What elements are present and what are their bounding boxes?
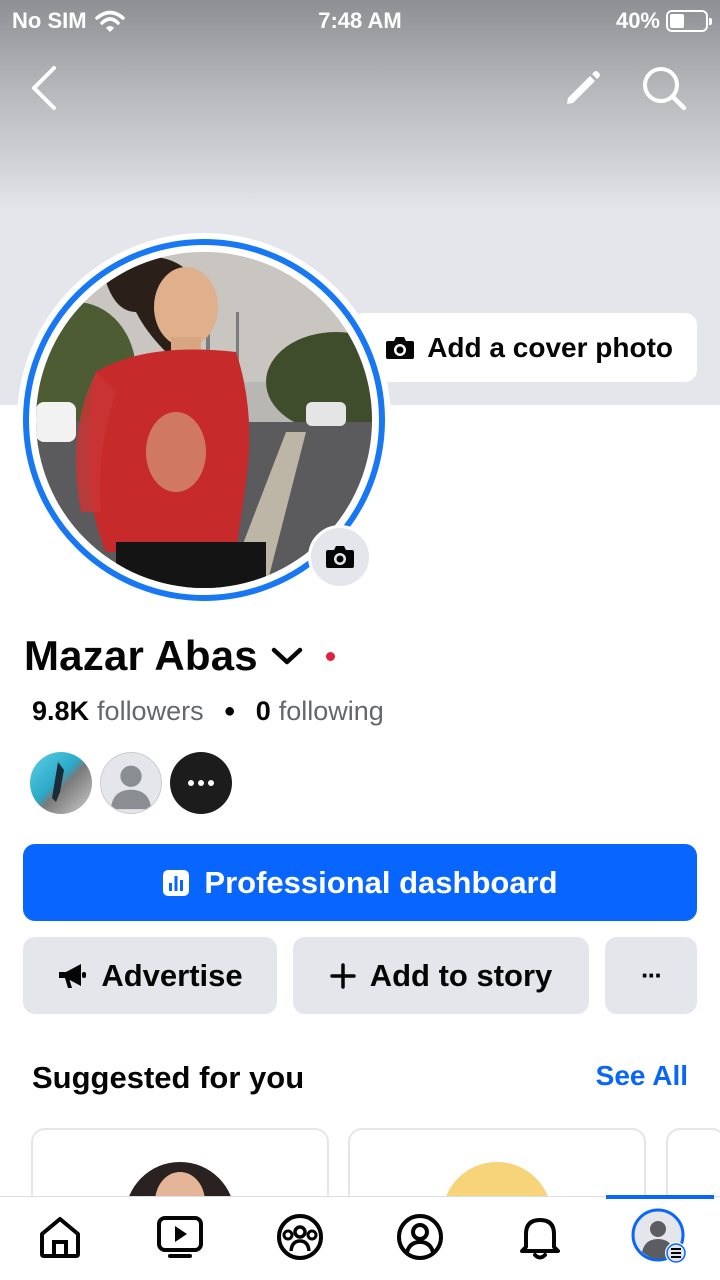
battery-percent: 40% bbox=[615, 8, 660, 33]
avatar[interactable] bbox=[30, 752, 92, 814]
advertise-button[interactable]: Advertise bbox=[23, 937, 277, 1014]
suggested-section-title: Suggested for you bbox=[32, 1060, 305, 1095]
back-button[interactable] bbox=[20, 64, 68, 112]
tab-menu[interactable] bbox=[630, 1207, 690, 1267]
pencil-icon bbox=[567, 71, 600, 104]
tab-groups[interactable] bbox=[270, 1207, 330, 1267]
search-button[interactable] bbox=[640, 64, 688, 112]
professional-dashboard-button[interactable]: Professional dashboard bbox=[23, 844, 697, 921]
add-cover-photo-label: Add a cover photo bbox=[427, 331, 673, 363]
tab-video[interactable] bbox=[150, 1207, 210, 1267]
bottom-tab-bar bbox=[0, 1195, 720, 1280]
more-icon: ··· bbox=[641, 960, 663, 990]
see-all-link[interactable]: See All bbox=[596, 1060, 688, 1092]
clock: 7:48 AM bbox=[318, 8, 402, 33]
follow-stats: 9.8K followers ● 0 following bbox=[32, 696, 384, 727]
followers-count[interactable]: 9.8K bbox=[32, 696, 89, 727]
following-count[interactable]: 0 bbox=[256, 696, 271, 727]
menu-avatar-icon bbox=[631, 1208, 687, 1264]
groups-icon bbox=[277, 1214, 323, 1260]
battery-icon bbox=[666, 10, 712, 32]
more-followers-button[interactable] bbox=[170, 752, 232, 814]
change-profile-photo-button[interactable] bbox=[308, 525, 372, 589]
home-icon bbox=[40, 1217, 80, 1258]
more-icon bbox=[188, 780, 214, 786]
notification-dot bbox=[325, 651, 335, 661]
megaphone-icon bbox=[59, 963, 87, 988]
add-to-story-label: Add to story bbox=[369, 957, 553, 993]
plus-icon bbox=[329, 962, 356, 989]
active-tab-indicator bbox=[606, 1195, 714, 1199]
camera-icon bbox=[326, 546, 354, 568]
camera-icon bbox=[386, 336, 415, 359]
profile-name: Mazar Abas bbox=[24, 632, 258, 679]
chevron-left-icon bbox=[32, 66, 56, 110]
avatar[interactable] bbox=[100, 752, 162, 814]
add-to-story-button[interactable]: Add to story bbox=[293, 937, 589, 1014]
profile-icon bbox=[397, 1214, 443, 1260]
edit-button[interactable] bbox=[558, 64, 606, 112]
profile-name-row[interactable]: Mazar Abas bbox=[24, 632, 335, 680]
chevron-down-icon[interactable] bbox=[270, 644, 304, 668]
advertise-label: Advertise bbox=[101, 957, 243, 993]
status-bar: No SIM 7:48 AM 40% bbox=[0, 0, 720, 40]
search-icon bbox=[643, 67, 687, 111]
follower-avatars[interactable] bbox=[30, 752, 232, 814]
tab-home[interactable] bbox=[30, 1207, 90, 1267]
separator-dot: ● bbox=[223, 700, 236, 722]
bell-icon bbox=[520, 1218, 560, 1260]
professional-dashboard-label: Professional dashboard bbox=[204, 864, 558, 900]
more-options-button[interactable]: ··· bbox=[605, 937, 697, 1014]
dashboard-icon bbox=[163, 869, 190, 896]
followers-label[interactable]: followers bbox=[97, 696, 204, 727]
tab-notifications[interactable] bbox=[510, 1207, 570, 1267]
tab-profile[interactable] bbox=[390, 1207, 450, 1267]
following-label[interactable]: following bbox=[279, 696, 384, 727]
video-icon bbox=[157, 1216, 203, 1258]
add-cover-photo-button[interactable]: Add a cover photo bbox=[352, 313, 697, 382]
